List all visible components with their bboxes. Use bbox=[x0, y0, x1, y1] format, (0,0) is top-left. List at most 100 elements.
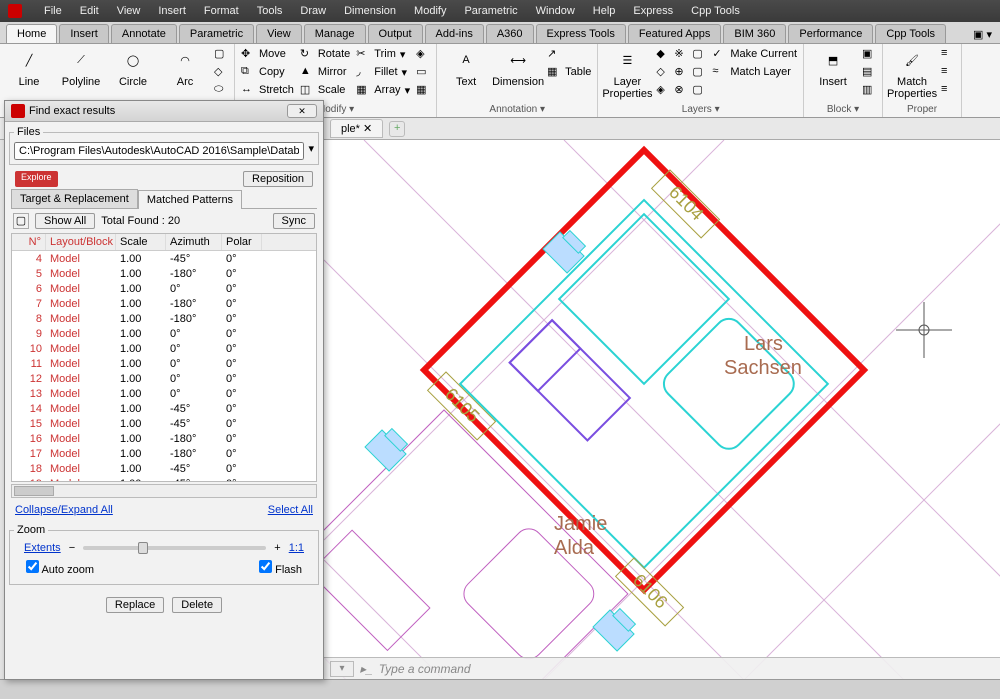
layer-icon-a[interactable]: ◆※▢ bbox=[656, 46, 706, 62]
result-row[interactable]: 7Model1.00-180°0° bbox=[12, 296, 316, 311]
tab-matched-patterns[interactable]: Matched Patterns bbox=[138, 190, 242, 209]
prop-icon-2[interactable]: ≡ bbox=[941, 64, 955, 80]
block-icon-3[interactable]: ▥ bbox=[862, 82, 876, 98]
copy-button[interactable]: ⧉Copy bbox=[241, 64, 294, 80]
menu-parametric[interactable]: Parametric bbox=[464, 5, 517, 17]
delete-button[interactable]: Delete bbox=[172, 597, 222, 613]
rotate-button[interactable]: ↻Rotate bbox=[300, 46, 350, 62]
menu-format[interactable]: Format bbox=[204, 5, 239, 17]
horizontal-scrollbar[interactable] bbox=[11, 484, 317, 498]
result-row[interactable]: 19Model1.00-45°0° bbox=[12, 476, 316, 481]
explore-badge[interactable]: Explore bbox=[15, 171, 58, 187]
leader-button[interactable]: ↗ bbox=[547, 46, 591, 62]
draw-extra-1[interactable]: ▢ bbox=[214, 46, 228, 62]
prop-icon-3[interactable]: ≡ bbox=[941, 82, 955, 98]
result-row[interactable]: 5Model1.00-180°0° bbox=[12, 266, 316, 281]
result-row[interactable]: 10Model1.000°0° bbox=[12, 341, 316, 356]
replace-button[interactable]: Replace bbox=[106, 597, 164, 613]
dropdown-icon[interactable]: ▾ bbox=[308, 142, 314, 160]
flash-checkbox[interactable]: Flash bbox=[259, 560, 302, 576]
ribbon-tab-add-ins[interactable]: Add-ins bbox=[425, 24, 484, 43]
result-row[interactable]: 15Model1.00-45°0° bbox=[12, 416, 316, 431]
ribbon-tab-home[interactable]: Home bbox=[6, 24, 57, 43]
result-row[interactable]: 17Model1.00-180°0° bbox=[12, 446, 316, 461]
menu-draw[interactable]: Draw bbox=[300, 5, 326, 17]
command-history-button[interactable]: ▾ bbox=[330, 661, 354, 677]
scale-button[interactable]: ◫Scale bbox=[300, 82, 350, 98]
result-row[interactable]: 4Model1.00-45°0° bbox=[12, 251, 316, 266]
result-row[interactable]: 16Model1.00-180°0° bbox=[12, 431, 316, 446]
array-button[interactable]: ▦Array ▾ bbox=[356, 82, 410, 98]
menu-file[interactable]: File bbox=[44, 5, 62, 17]
ratio-link[interactable]: 1:1 bbox=[289, 542, 304, 554]
files-path-input[interactable] bbox=[14, 142, 304, 160]
result-row[interactable]: 18Model1.00-45°0° bbox=[12, 461, 316, 476]
zoom-in-button[interactable]: + bbox=[274, 542, 280, 554]
layer-icon-b[interactable]: ◇⊕▢ bbox=[656, 64, 706, 80]
modify-icon-1[interactable]: ◈ bbox=[416, 46, 430, 62]
mirror-button[interactable]: ▲Mirror bbox=[300, 64, 350, 80]
zoom-slider[interactable] bbox=[83, 546, 266, 550]
ribbon-tab-cpp tools[interactable]: Cpp Tools bbox=[875, 24, 946, 43]
ribbon-tab-a360[interactable]: A360 bbox=[486, 24, 534, 43]
modify-icon-3[interactable]: ▦ bbox=[416, 82, 430, 98]
menu-edit[interactable]: Edit bbox=[80, 5, 99, 17]
select-all-link[interactable]: Select All bbox=[268, 504, 313, 516]
trim-button[interactable]: ✂Trim ▾ bbox=[356, 46, 410, 62]
tab-target-replacement[interactable]: Target & Replacement bbox=[11, 189, 138, 208]
show-all-button[interactable]: Show All bbox=[35, 213, 95, 229]
match-layer-button[interactable]: ≈Match Layer bbox=[712, 64, 797, 80]
menu-view[interactable]: View bbox=[117, 5, 141, 17]
new-tab-button[interactable]: + bbox=[389, 121, 405, 137]
block-icon-1[interactable]: ▣ bbox=[862, 46, 876, 62]
ribbon-expand-icon[interactable]: ▣ ▾ bbox=[965, 26, 1000, 43]
menu-insert[interactable]: Insert bbox=[158, 5, 186, 17]
filter-icon[interactable]: ▢ bbox=[13, 213, 29, 229]
make-current-button[interactable]: ✓Make Current bbox=[712, 46, 797, 62]
layer-properties-button[interactable]: ☰Layer Properties bbox=[604, 46, 650, 100]
result-row[interactable]: 9Model1.000°0° bbox=[12, 326, 316, 341]
zoom-out-button[interactable]: − bbox=[69, 542, 75, 554]
ribbon-tab-manage[interactable]: Manage bbox=[304, 24, 366, 43]
menu-express[interactable]: Express bbox=[633, 5, 673, 17]
draw-extra-3[interactable]: ⬭ bbox=[214, 82, 228, 98]
menu-cpp tools[interactable]: Cpp Tools bbox=[691, 5, 740, 17]
result-row[interactable]: 14Model1.00-45°0° bbox=[12, 401, 316, 416]
menu-modify[interactable]: Modify bbox=[414, 5, 446, 17]
ribbon-tab-performance[interactable]: Performance bbox=[788, 24, 873, 43]
collapse-expand-link[interactable]: Collapse/Expand All bbox=[15, 504, 113, 516]
move-button[interactable]: ✥Move bbox=[241, 46, 294, 62]
result-row[interactable]: 11Model1.000°0° bbox=[12, 356, 316, 371]
modify-icon-2[interactable]: ▭ bbox=[416, 64, 430, 80]
ribbon-tab-insert[interactable]: Insert bbox=[59, 24, 109, 43]
menu-help[interactable]: Help bbox=[593, 5, 616, 17]
prop-icon-1[interactable]: ≡ bbox=[941, 46, 955, 62]
ribbon-tab-annotate[interactable]: Annotate bbox=[111, 24, 177, 43]
drawing-canvas[interactable]: 6104 Lars Sachsen 6105 Jamie Alda 6106 bbox=[324, 140, 1000, 679]
table-button[interactable]: ▦Table bbox=[547, 64, 591, 80]
arc-button[interactable]: ◠Arc bbox=[162, 46, 208, 88]
stretch-button[interactable]: ↔Stretch bbox=[241, 82, 294, 98]
menu-dimension[interactable]: Dimension bbox=[344, 5, 396, 17]
menu-window[interactable]: Window bbox=[536, 5, 575, 17]
reposition-button[interactable]: Reposition bbox=[243, 171, 313, 187]
palette-titlebar[interactable]: Find exact results ✕ bbox=[5, 101, 323, 122]
insert-block-button[interactable]: ⬒Insert bbox=[810, 46, 856, 88]
layer-icon-c[interactable]: ◈⊗▢ bbox=[656, 82, 706, 98]
ribbon-tab-output[interactable]: Output bbox=[368, 24, 423, 43]
ribbon-tab-bim 360[interactable]: BIM 360 bbox=[723, 24, 786, 43]
result-row[interactable]: 6Model1.000°0° bbox=[12, 281, 316, 296]
fillet-button[interactable]: ◞Fillet ▾ bbox=[356, 64, 410, 80]
document-tab[interactable]: ple* ✕ bbox=[330, 119, 383, 138]
dimension-button[interactable]: ⟷Dimension bbox=[495, 46, 541, 88]
ribbon-tab-view[interactable]: View bbox=[256, 24, 302, 43]
polyline-button[interactable]: ⟋Polyline bbox=[58, 46, 104, 88]
extents-link[interactable]: Extents bbox=[24, 542, 61, 554]
auto-zoom-checkbox[interactable]: Auto zoom bbox=[26, 560, 94, 576]
ribbon-tab-featured apps[interactable]: Featured Apps bbox=[628, 24, 722, 43]
menu-tools[interactable]: Tools bbox=[257, 5, 283, 17]
grid-header[interactable]: N° Layout/Block Scale Azimuth Polar bbox=[12, 234, 316, 251]
line-button[interactable]: ╱Line bbox=[6, 46, 52, 88]
text-button[interactable]: AText bbox=[443, 46, 489, 88]
match-properties-button[interactable]: 🖌Match Properties bbox=[889, 46, 935, 100]
